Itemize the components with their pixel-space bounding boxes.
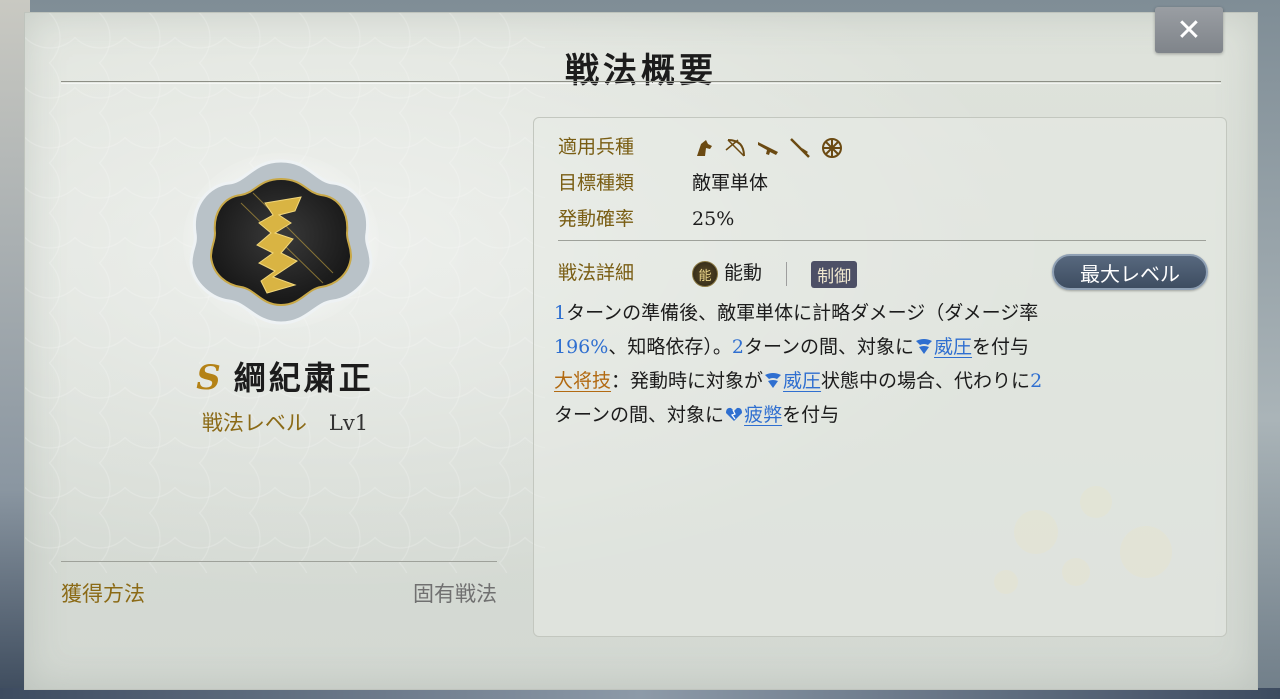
description-text: ：発動時に対象が — [611, 370, 764, 392]
intimidate-keyword-link[interactable]: 威圧 — [934, 336, 972, 358]
rate-row: 発動確率 25% — [558, 204, 734, 231]
troop-icons — [692, 136, 844, 160]
target-value: 敵軍単体 — [692, 172, 769, 194]
detail-separator — [786, 262, 788, 286]
skill-level: 戦法レベル Lv1 — [155, 407, 415, 437]
description-text: 状態中の場合、代わりに — [821, 370, 1031, 392]
description-number: 1 — [554, 302, 567, 324]
commander-skill-link[interactable]: 大将技 — [554, 370, 611, 392]
skill-level-label: 戦法レベル — [201, 411, 307, 435]
close-icon: ✕ — [1176, 12, 1202, 48]
info-divider — [558, 240, 1206, 241]
cavalry-icon — [697, 140, 713, 156]
description-line: ターンの間、対象に 疲弊を付与 — [554, 398, 1214, 432]
description-number: 196% — [554, 336, 609, 358]
rate-label: 発動確率 — [558, 208, 635, 230]
description-number: 2 — [1030, 370, 1043, 392]
dialog-title: 戦法概要 — [565, 51, 717, 91]
description-text: を付与 — [782, 404, 840, 426]
max-level-button[interactable]: 最大レベル — [1052, 254, 1208, 290]
wheel-icon — [822, 138, 843, 158]
target-label: 目標種類 — [558, 172, 635, 194]
intimidate-keyword-link[interactable]: 威圧 — [783, 370, 821, 392]
skill-info-box: 適用兵種 目標種類 敵軍単体 発動確率 25% 戦法詳細 能能動 制御 最大レベ… — [533, 117, 1227, 637]
description-text: を付与 — [972, 336, 1030, 358]
skill-emblem-icon — [183, 153, 379, 329]
detail-row: 戦法詳細 能能動 制御 — [558, 258, 858, 288]
spear-icon — [790, 138, 810, 158]
skill-description: 1ターンの準備後、敵軍単体に計略ダメージ（ダメージ率 196%、知略依存）。2タ… — [554, 296, 1214, 432]
left-divider — [61, 561, 497, 562]
type-badge: 制御 — [811, 260, 858, 288]
skill-rank: S — [196, 358, 224, 398]
description-line: 196%、知略依存）。2ターンの間、対象に 威圧を付与 — [554, 330, 1214, 364]
kind-value: 能動 — [724, 262, 763, 284]
description-text: ターンの間、対象に — [554, 404, 725, 426]
intimidate-status-icon — [916, 339, 932, 354]
description-line: 1ターンの準備後、敵軍単体に計略ダメージ（ダメージ率 — [554, 296, 1214, 330]
description-text: 、知略依存）。 — [608, 336, 732, 358]
gun-icon — [758, 142, 779, 155]
fatigue-keyword-link[interactable]: 疲弊 — [744, 404, 782, 426]
skill-overview-dialog: 戦法概要 ✕ S 綱紀粛正 戦法レベル Lv1 獲得方法 固有戦法 適用兵種 目… — [24, 7, 1258, 690]
bow-icon — [725, 139, 746, 157]
description-text: ターンの間、対象に — [743, 336, 914, 358]
description-text: ターンの準備後、敵軍単体に計略ダメージ（ダメージ率 — [566, 302, 1039, 324]
close-button[interactable]: ✕ — [1155, 7, 1223, 53]
fatigue-status-icon — [726, 407, 743, 421]
troop-row: 適用兵種 — [558, 132, 844, 160]
title-divider — [61, 81, 1221, 82]
intimidate-status-icon — [765, 373, 782, 388]
skill-name: S 綱紀粛正 — [155, 353, 415, 399]
description-number: 2 — [731, 336, 744, 358]
acquire-label: 獲得方法 — [61, 582, 145, 606]
rate-value: 25% — [692, 208, 735, 230]
skill-level-value: Lv1 — [328, 411, 369, 435]
decorative-flower-pattern — [994, 486, 1172, 594]
description-line: 大将技：発動時に対象が 威圧状態中の場合、代わりに2 — [554, 364, 1214, 398]
troop-label: 適用兵種 — [558, 136, 635, 158]
target-row: 目標種類 敵軍単体 — [558, 168, 768, 195]
skill-name-text: 綱紀粛正 — [233, 359, 374, 397]
detail-label: 戦法詳細 — [558, 262, 635, 284]
active-kind-icon: 能 — [692, 261, 719, 287]
acquire-value: 固有戦法 — [413, 582, 497, 606]
